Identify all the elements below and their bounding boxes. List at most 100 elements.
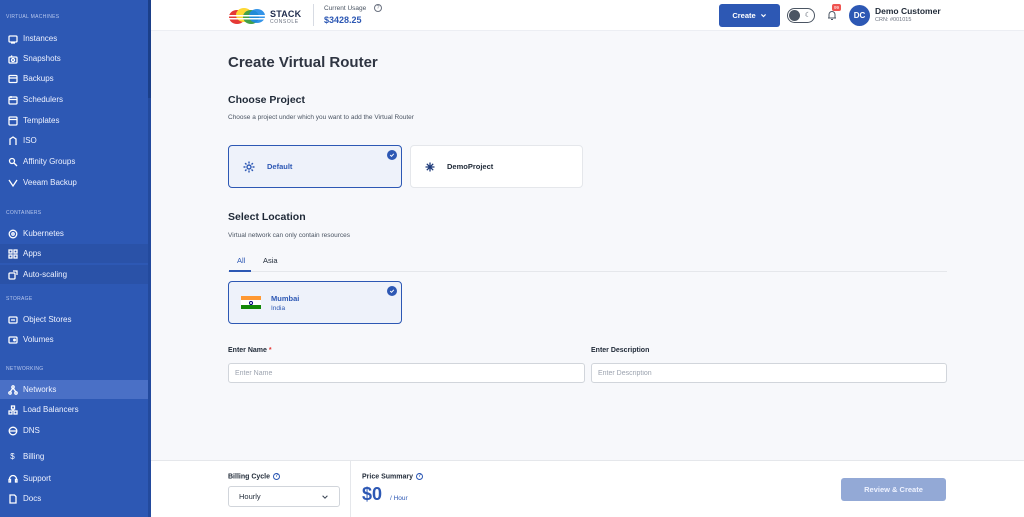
- moon-icon: ☾: [804, 12, 811, 19]
- page-title: Create Virtual Router: [228, 54, 378, 71]
- header-divider: [313, 4, 314, 26]
- sidebar-item-volumes[interactable]: Volumes: [0, 330, 148, 349]
- create-button[interactable]: Create: [719, 4, 780, 27]
- backups-icon: [7, 73, 18, 84]
- sidebar-scrollbar[interactable]: [148, 0, 151, 517]
- sidebar-item-auto-scaling[interactable]: Auto-scaling: [0, 265, 148, 284]
- iso-icon: [7, 135, 18, 146]
- usage-label: Current Usage: [324, 5, 367, 12]
- sidebar-item-backups[interactable]: Backups: [0, 69, 148, 88]
- sidebar-item-label: Billing: [23, 452, 45, 461]
- location-tabs: All Asia: [228, 253, 947, 272]
- sidebar-item-label: Schedulers: [23, 95, 64, 104]
- tab-asia[interactable]: Asia: [263, 256, 278, 265]
- location-city: Mumbai: [271, 293, 300, 303]
- name-input[interactable]: [228, 363, 585, 383]
- project-option-label: DemoProject: [447, 162, 494, 171]
- sidebar-item-label: ISO: [23, 136, 37, 145]
- sidebar-item-kubernetes[interactable]: Kubernetes: [0, 224, 148, 243]
- billing-cycle-value: Hourly: [239, 492, 261, 501]
- sidebar-item-dns[interactable]: DNS: [0, 421, 148, 440]
- sidebar-item-label: Support: [23, 474, 52, 483]
- support-icon: [7, 473, 18, 484]
- sidebar-item-label: Snapshots: [23, 54, 61, 63]
- sidebar-item-snapshots[interactable]: Snapshots: [0, 49, 148, 68]
- choose-project-description: Choose a project under which you want to…: [228, 114, 414, 121]
- sidebar-item-schedulers[interactable]: Schedulers: [0, 90, 148, 109]
- sidebar-item-veeam-backup[interactable]: Veeam Backup: [0, 173, 148, 192]
- sidebar-item-docs[interactable]: Docs: [0, 489, 148, 508]
- sidebar-item-label: Docs: [23, 494, 42, 503]
- sidebar-item-label: Object Stores: [23, 315, 72, 324]
- india-flag-icon: [241, 295, 261, 310]
- sidebar-item-label: Apps: [23, 249, 42, 258]
- sidebar-item-load-balancers[interactable]: Load Balancers: [0, 400, 148, 419]
- name-label-text: Enter Name: [228, 347, 267, 354]
- docs-icon: [7, 493, 18, 504]
- section-label-virtual-machines: VIRTUAL MACHINES: [6, 14, 60, 20]
- section-label-containers: CONTAINERS: [6, 210, 42, 216]
- select-location-heading: Select Location: [228, 211, 306, 223]
- sidebar-item-iso[interactable]: ISO: [0, 131, 148, 150]
- check-icon: [387, 286, 397, 296]
- help-icon[interactable]: ?: [415, 473, 423, 480]
- required-marker: *: [268, 347, 272, 354]
- sidebar-item-object-stores[interactable]: Object Stores: [0, 310, 148, 329]
- affinity-icon: [7, 156, 18, 167]
- sidebar-item-templates[interactable]: Templates: [0, 111, 148, 130]
- avatar[interactable]: DC: [849, 5, 870, 26]
- usage-value: $3428.25: [324, 15, 362, 25]
- sidebar-item-instances[interactable]: Instances: [0, 29, 148, 48]
- veeam-icon: [7, 177, 18, 188]
- help-icon[interactable]: ?: [374, 4, 382, 12]
- project-option-demoproject[interactable]: DemoProject: [410, 145, 583, 188]
- sidebar-item-affinity-groups[interactable]: Affinity Groups: [0, 152, 148, 171]
- schedulers-icon: [7, 94, 18, 105]
- tab-all[interactable]: All: [237, 256, 245, 265]
- volumes-icon: [7, 334, 18, 345]
- sidebar-item-label: Volumes: [23, 335, 54, 344]
- logo-subtext: CONSOLE: [270, 19, 299, 25]
- footer-divider: [350, 461, 351, 517]
- billing-cycle-select[interactable]: Hourly: [228, 486, 340, 507]
- project-star-icon: [425, 162, 435, 171]
- billing-cycle-label-text: Billing Cycle: [228, 473, 271, 481]
- section-label-networking: NETWORKING: [6, 366, 44, 372]
- sidebar-item-label: Instances: [23, 34, 58, 43]
- sidebar-item-label: Networks: [23, 385, 57, 394]
- billing-cycle-label: Billing Cycle?: [228, 473, 281, 481]
- chevron-down-icon: [760, 14, 766, 18]
- kubernetes-icon: [7, 228, 18, 239]
- choose-project-heading: Choose Project: [228, 94, 306, 106]
- stack-console-logo[interactable]: STACK CONSOLE: [228, 5, 306, 27]
- description-input[interactable]: [591, 363, 947, 383]
- sidebar-item-networks[interactable]: Networks: [0, 380, 148, 399]
- theme-toggle[interactable]: ☾: [787, 8, 815, 23]
- sidebar-item-label: DNS: [23, 426, 40, 435]
- location-country: India: [271, 304, 286, 312]
- location-option-mumbai[interactable]: Mumbai India: [228, 281, 402, 324]
- sidebar-item-label: Kubernetes: [23, 229, 64, 238]
- sidebar-item-support[interactable]: Support: [0, 469, 148, 488]
- review-create-button[interactable]: Review & Create: [841, 478, 946, 501]
- top-bar: STACK CONSOLE Current Usage ? $3428.25 C…: [151, 0, 1024, 31]
- price-unit: / Hour: [390, 495, 408, 502]
- instances-icon: [7, 33, 18, 44]
- sidebar-item-apps[interactable]: Apps: [0, 244, 148, 263]
- sidebar-item-billing[interactable]: $ Billing: [0, 447, 148, 466]
- billing-icon: $: [10, 452, 15, 461]
- help-icon[interactable]: ?: [273, 473, 281, 480]
- networks-icon: [7, 384, 18, 395]
- description-label: Enter Description: [591, 347, 650, 354]
- price-summary-label-text: Price Summary: [362, 473, 413, 481]
- active-tab-indicator: [229, 270, 251, 272]
- project-option-default[interactable]: Default: [228, 145, 402, 188]
- apps-icon: [7, 248, 18, 259]
- select-location-description: Virtual network can only contain resourc…: [228, 232, 350, 239]
- autoscaling-icon: [7, 269, 18, 280]
- name-label: Enter Name *: [228, 347, 272, 354]
- user-crn: CRN: #001015: [875, 17, 912, 23]
- user-name[interactable]: Demo Customer: [875, 6, 941, 16]
- object-store-icon: [7, 314, 18, 325]
- logo-text: STACK: [270, 9, 302, 19]
